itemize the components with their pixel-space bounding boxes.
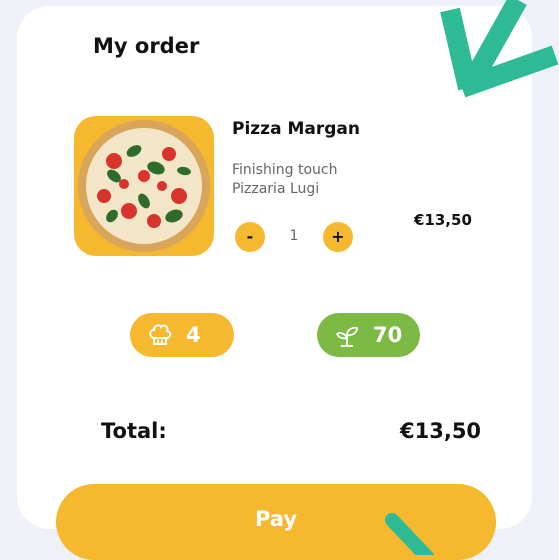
item-description: Finishing touch Pizzaria Lugi — [232, 161, 337, 199]
eco-stat-badge: 70 — [317, 313, 420, 357]
arrow-top-icon — [440, 0, 559, 98]
chef-stat-value: 4 — [186, 323, 201, 347]
page-title: My order — [93, 34, 200, 58]
chef-hat-icon — [146, 321, 174, 349]
item-name: Pizza Margan — [232, 119, 360, 139]
total-label: Total: — [101, 419, 167, 443]
sprout-icon — [333, 321, 361, 349]
item-description-line1: Finishing touch — [232, 162, 338, 178]
decrease-quantity-button[interactable]: - — [235, 222, 265, 252]
chef-stat-badge: 4 — [130, 313, 234, 357]
item-description-line2: Pizzaria Lugi — [232, 181, 320, 197]
eco-stat-value: 70 — [373, 323, 403, 347]
item-price: €13,50 — [414, 211, 472, 229]
pizza-image — [74, 116, 214, 256]
quantity-value: 1 — [289, 228, 299, 244]
total-value: €13,50 — [400, 419, 482, 443]
arrow-bottom-icon — [385, 513, 435, 555]
increase-quantity-button[interactable]: + — [323, 222, 353, 252]
